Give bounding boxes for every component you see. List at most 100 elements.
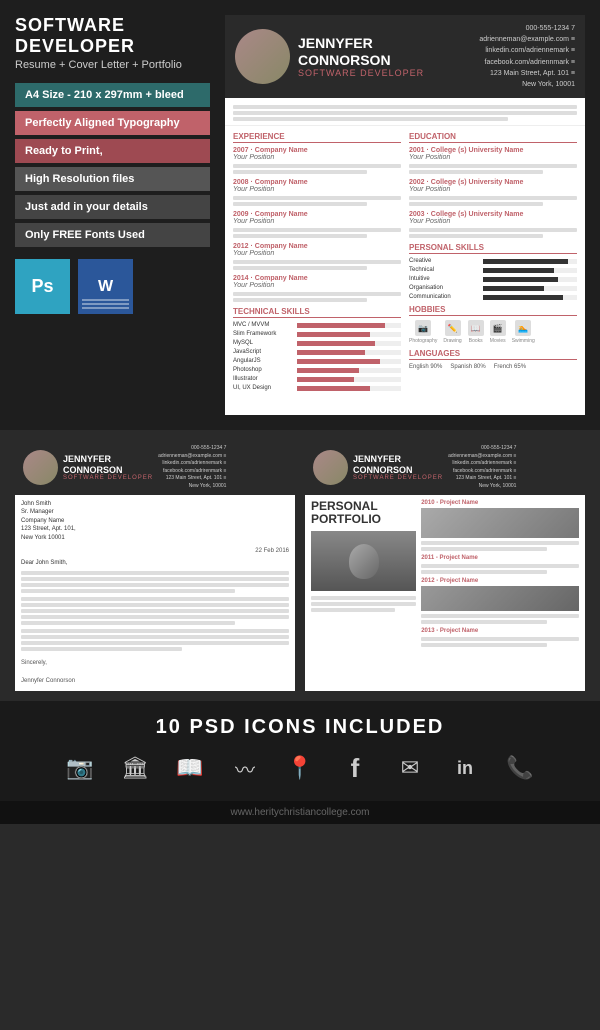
- personal-skill-row: Organisation: [409, 285, 577, 291]
- project-item: 2011 - Project Name: [421, 555, 579, 574]
- software-icons: Ps W: [15, 259, 210, 314]
- middle-section: JENNYFERCONNORSON Software Developer 000…: [0, 430, 600, 701]
- resume-preview: JENNYFERCONNORSON Software Developer 000…: [225, 15, 585, 415]
- hobby-swimming: 🏊 Swimming: [512, 320, 535, 344]
- icon-waves: 〰: [228, 751, 263, 786]
- portfolio-contact: 000-555-1234 7 adrienneman@example.com ≡…: [448, 445, 516, 490]
- icon-facebook: f: [338, 751, 373, 786]
- top-section: SOFTWARE DEVELOPER Resume + Cover Letter…: [0, 0, 600, 430]
- portfolio-body: PERSONALPORTFOLIO 2010 - Project Name: [305, 495, 585, 656]
- main-subtitle: Resume + Cover Letter + Portfolio: [15, 59, 210, 71]
- portfolio-preview: JENNYFERCONNORSON Software Developer 000…: [305, 440, 585, 691]
- letter-to: John Smith Sr. Manager Company Name 123 …: [21, 500, 289, 542]
- resume-photo: [235, 29, 290, 84]
- personal-skills-title: Personal Skills: [409, 243, 577, 254]
- letter-signature: Jennyfer Connorson: [21, 677, 289, 685]
- portfolio-right-col: 2010 - Project Name 2011 - Project Name …: [421, 500, 579, 651]
- experience-title: Experience: [233, 132, 401, 143]
- hobby-photography: 📷 Photography: [409, 320, 437, 344]
- letter-greeting: Dear John Smith,: [21, 559, 289, 567]
- exp-item: 2008 · Company Name Your Position: [233, 179, 401, 206]
- skills-title: Technical Skills: [233, 307, 401, 318]
- cover-letter-name: JENNYFERCONNORSON: [63, 454, 153, 476]
- icon-phone: 📞: [503, 751, 538, 786]
- portfolio-title: PERSONALPORTFOLIO: [311, 500, 416, 526]
- skill-row: JavaScript: [233, 349, 401, 355]
- skill-row: MySQL: [233, 340, 401, 346]
- skill-row: MVC / MVVM: [233, 322, 401, 328]
- hobbies-title: Hobbies: [409, 305, 577, 316]
- personal-skill-row: Intuitive: [409, 276, 577, 282]
- portfolio-name-block: JENNYFERCONNORSON Software Developer: [353, 454, 443, 482]
- portfolio-left-col: PERSONALPORTFOLIO: [311, 500, 416, 651]
- icon-mail: ✉: [393, 751, 428, 786]
- icons-row: 📷 🏛 📖 〰 📍 f ✉ in 📞: [15, 751, 585, 786]
- languages-row: English 90% Spanish 80% French 65%: [409, 364, 577, 370]
- resume-header: JENNYFERCONNORSON Software Developer 000…: [225, 15, 585, 98]
- feature-item: A4 Size - 210 x 297mm + bleed: [15, 83, 210, 107]
- linkedin-icon: in: [448, 751, 483, 786]
- personal-skills-section: Personal Skills Creative Technical Intui…: [409, 243, 577, 300]
- feature-item: High Resolution files: [15, 167, 210, 191]
- personal-skill-row: Creative: [409, 258, 577, 264]
- swimming-icon: 🏊: [515, 320, 531, 336]
- title-block: SOFTWARE DEVELOPER Resume + Cover Letter…: [15, 15, 210, 71]
- project-item: 2012 - Project Name: [421, 578, 579, 624]
- resume-right-col: Education 2001 · College (s) University …: [409, 132, 577, 394]
- skill-row: Illustrator: [233, 376, 401, 382]
- hobby-drawing: ✏️ Drawing: [443, 320, 461, 344]
- resume-intro: [225, 98, 585, 126]
- drawing-icon: ✏️: [445, 320, 461, 336]
- location-icon: 📍: [283, 751, 318, 786]
- resume-contact: 000-555-1234 7 adrienneman@example.com ≡…: [479, 23, 575, 90]
- skill-row: Slim Framework: [233, 331, 401, 337]
- icon-camera: 📷: [63, 751, 98, 786]
- resume-name-block: JENNYFERCONNORSON Software Developer: [298, 35, 471, 79]
- portfolio-job-title: Software Developer: [353, 475, 443, 481]
- word-icon: W: [78, 259, 133, 314]
- skill-row: UI, UX Design: [233, 385, 401, 391]
- portfolio-main-photo: [311, 531, 416, 591]
- cover-letter-job-title: Software Developer: [63, 475, 153, 481]
- exp-item: 2012 · Company Name Your Position: [233, 243, 401, 270]
- psd-icons-title: 10 PSD ICONS INCLUDED: [15, 716, 585, 739]
- hobby-books: 📖 Books: [468, 320, 484, 344]
- feature-item: Ready to Print,: [15, 139, 210, 163]
- book-icon: 📖: [173, 751, 208, 786]
- cover-letter-name-block: JENNYFERCONNORSON Software Developer: [63, 454, 153, 482]
- exp-item: 2009 · Company Name Your Position: [233, 211, 401, 238]
- skills-section: Technical Skills MVC / MVVM Slim Framewo…: [233, 307, 401, 391]
- hobby-movies: 🎬 Movies: [490, 320, 506, 344]
- edu-item: 2002 · College (s) University Name Your …: [409, 179, 577, 206]
- feature-item: Just add in your details: [15, 195, 210, 219]
- personal-skill-row: Technical: [409, 267, 577, 273]
- watermark-text: www.heritychristiancollege.com: [231, 807, 370, 818]
- resume-body: Experience 2007 · Company Name Your Posi…: [225, 126, 585, 400]
- portfolio-name: JENNYFERCONNORSON: [353, 454, 443, 476]
- portfolio-header: JENNYFERCONNORSON Software Developer 000…: [305, 440, 585, 495]
- project-item: 2010 - Project Name: [421, 500, 579, 551]
- building-icon: 🏛: [118, 751, 153, 786]
- skill-row: Photoshop: [233, 367, 401, 373]
- exp-item: 2014 · Company Name Your Position: [233, 275, 401, 302]
- books-icon: 📖: [468, 320, 484, 336]
- feature-list: A4 Size - 210 x 297mm + bleed Perfectly …: [15, 83, 210, 247]
- main-title: SOFTWARE DEVELOPER: [15, 15, 210, 57]
- letter-date: 22 Feb 2016: [21, 547, 289, 555]
- languages-section: Languages English 90% Spanish 80% French…: [409, 349, 577, 370]
- skill-row: AngularJS: [233, 358, 401, 364]
- movies-icon: 🎬: [490, 320, 506, 336]
- camera-icon: 📷: [63, 751, 98, 786]
- edu-item: 2001 · College (s) University Name Your …: [409, 147, 577, 174]
- hobbies-row: 📷 Photography ✏️ Drawing 📖 Books 🎬: [409, 320, 577, 344]
- cover-letter-preview: JENNYFERCONNORSON Software Developer 000…: [15, 440, 295, 691]
- languages-title: Languages: [409, 349, 577, 360]
- hobbies-section: Hobbies 📷 Photography ✏️ Drawing 📖 Boo: [409, 305, 577, 344]
- cover-letter-photo: [23, 450, 58, 485]
- photoshop-icon: Ps: [15, 259, 70, 314]
- waves-icon: 〰: [228, 751, 263, 786]
- icon-linkedin: in: [448, 751, 483, 786]
- cover-letter-header: JENNYFERCONNORSON Software Developer 000…: [15, 440, 295, 495]
- letter-closing: Sincerely,: [21, 659, 289, 667]
- exp-item: 2007 · Company Name Your Position: [233, 147, 401, 174]
